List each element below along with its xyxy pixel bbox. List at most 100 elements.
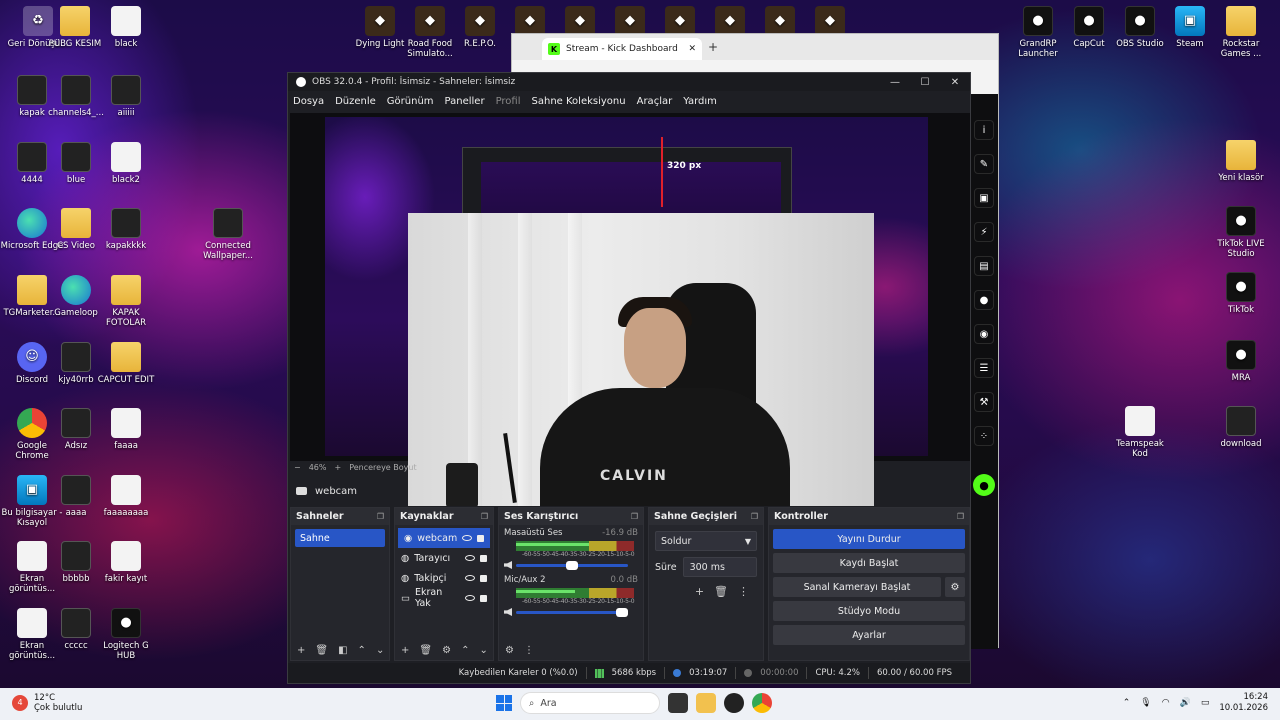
remove-source-button[interactable]: 🗑 [419,645,432,656]
menu-item[interactable]: Sahne Koleksiyonu [532,96,626,107]
settings-button[interactable]: Ayarlar [773,625,965,645]
speaker-icon[interactable] [504,608,512,616]
float-dock-icon[interactable]: ❐ [957,512,964,521]
desktop-icon[interactable]: ● TikTok [1209,272,1273,315]
move-up-button[interactable]: ⌃ [358,645,366,656]
kick-bubble-icon[interactable]: ● [973,474,995,496]
menu-item[interactable]: Profil [496,96,521,107]
zoom-in-button[interactable]: + [334,463,341,472]
transition-select[interactable]: Soldur ▼ [655,531,757,551]
desktop-icon[interactable]: fakir kayıt [94,541,158,584]
volume-icon[interactable]: 🔊 [1180,698,1191,708]
chat-icon[interactable]: ● [974,290,994,310]
virtual-camera-settings-icon[interactable]: ⚙ [945,577,965,597]
menu-item[interactable]: Görünüm [387,96,434,107]
desktop-icon[interactable]: CAPCUT EDIT [94,342,158,385]
float-dock-icon[interactable]: ❐ [481,512,488,521]
clock[interactable]: 16:24 10.01.2026 [1219,692,1268,714]
desktop-icon[interactable]: Rockstar Games ... [1209,6,1273,59]
float-dock-icon[interactable]: ❐ [377,512,384,521]
start-virtual-camera-button[interactable]: Sanal Kamerayı Başlat [773,577,941,597]
list-icon[interactable]: ☰ [974,358,994,378]
scene-filters-button[interactable]: ◧ [338,645,347,656]
edit-icon[interactable]: ✎ [974,154,994,174]
preview-mode[interactable]: Pencereye Boyut [349,463,416,472]
weather-widget[interactable]: 4 12°C Çok bulutlu [12,693,82,713]
slider-knob[interactable] [565,560,578,570]
desktop-icon[interactable]: faaaa [94,408,158,451]
move-down-button[interactable]: ⌄ [479,645,487,656]
desktop-icon[interactable]: black2 [94,142,158,185]
menu-item[interactable]: Yardım [683,96,717,107]
float-dock-icon[interactable]: ❐ [631,512,638,521]
remove-transition-button[interactable]: 🗑 [714,585,728,598]
microphone-icon[interactable]: 🎙 [1140,698,1151,708]
desktop-icon[interactable]: black [94,6,158,49]
wifi-icon[interactable]: ◠ [1162,698,1170,708]
desktop-icon[interactable]: ● Logitech G HUB [94,608,158,661]
source-item[interactable]: ◉ webcam [398,528,490,548]
source-properties-button[interactable]: ⚙ [442,645,451,656]
tray-overflow-icon[interactable]: ⌃ [1123,698,1131,708]
notes-icon[interactable]: ▤ [974,256,994,276]
source-item[interactable]: ▭ Ekran Yak [395,587,493,609]
source-item[interactable]: ◍ Takipçi [395,568,493,588]
desktop-icon[interactable]: ● TikTok LIVE Studio [1209,206,1273,259]
lock-icon[interactable] [477,534,484,542]
menu-item[interactable]: Düzenle [335,96,376,107]
new-tab-button[interactable]: + [708,40,718,54]
chrome-taskbar-icon[interactable] [752,693,772,713]
minimize-icon[interactable]: — [880,77,910,88]
add-transition-button[interactable]: + [695,585,704,598]
speaker-icon[interactable] [504,561,512,569]
menu-item[interactable]: Dosya [293,96,324,107]
move-up-button[interactable]: ⌃ [461,645,469,656]
move-down-button[interactable]: ⌄ [376,645,384,656]
scene-item[interactable]: Sahne [295,529,385,547]
studio-mode-button[interactable]: Stüdyo Modu [773,601,965,621]
info-icon[interactable]: i [974,120,994,140]
add-scene-button[interactable]: + [297,645,305,656]
lock-icon[interactable] [480,594,487,602]
taskbar-search[interactable]: ⌕ Ara [520,692,660,714]
file-explorer-icon[interactable] [696,693,716,713]
volume-slider[interactable] [516,607,628,617]
desktop-icon[interactable]: download [1209,406,1273,449]
battery-icon[interactable]: ▭ [1201,698,1210,708]
lock-icon[interactable] [480,554,487,562]
desktop-icon[interactable]: faaaaaaaa [94,475,158,518]
desktop-icon[interactable]: Yeni klasör [1209,140,1273,183]
transition-menu-button[interactable]: ⋮ [738,585,749,598]
desktop-icon[interactable]: Connected Wallpaper... [196,208,260,261]
obs-window[interactable]: OBS 32.0.4 - Profil: İsimsiz - Sahneler:… [287,72,971,684]
obs-preview-canvas[interactable]: 320 px CALVIN [290,113,970,506]
obs-titlebar[interactable]: OBS 32.0.4 - Profil: İsimsiz - Sahneler:… [288,73,970,91]
desktop-icon[interactable]: kapakkkk [94,208,158,251]
obs-taskbar-icon[interactable] [724,693,744,713]
duration-input[interactable]: 300 ms [682,557,757,577]
visibility-eye-icon[interactable] [462,535,473,541]
task-view-icon[interactable] [668,693,688,713]
volume-slider[interactable] [516,560,628,570]
zoom-out-button[interactable]: − [294,463,301,472]
broadcast-icon[interactable]: ◉ [974,324,994,344]
audio-settings-icon[interactable]: ⚙ [505,645,514,656]
windows-start-icon[interactable] [496,695,512,711]
apps-icon[interactable]: ⁘ [974,426,994,446]
visibility-eye-icon[interactable] [465,555,475,561]
clip-icon[interactable]: ▣ [974,188,994,208]
slider-knob[interactable] [616,607,628,617]
lock-icon[interactable] [480,574,487,582]
mixer-menu-icon[interactable]: ⋮ [524,645,534,656]
visibility-eye-icon[interactable] [465,595,475,601]
maximize-icon[interactable]: ☐ [910,77,940,88]
stop-stream-button[interactable]: Yayını Durdur [773,529,965,549]
flash-icon[interactable]: ⚡ [974,222,994,242]
remove-scene-button[interactable]: 🗑 [315,645,328,656]
add-source-button[interactable]: + [401,645,409,656]
start-recording-button[interactable]: Kaydı Başlat [773,553,965,573]
browser-tab-kick[interactable]: K Stream - Kick Dashboard ✕ [542,38,702,60]
visibility-eye-icon[interactable] [465,575,475,581]
close-tab-icon[interactable]: ✕ [688,44,696,54]
float-dock-icon[interactable]: ❐ [751,512,758,521]
